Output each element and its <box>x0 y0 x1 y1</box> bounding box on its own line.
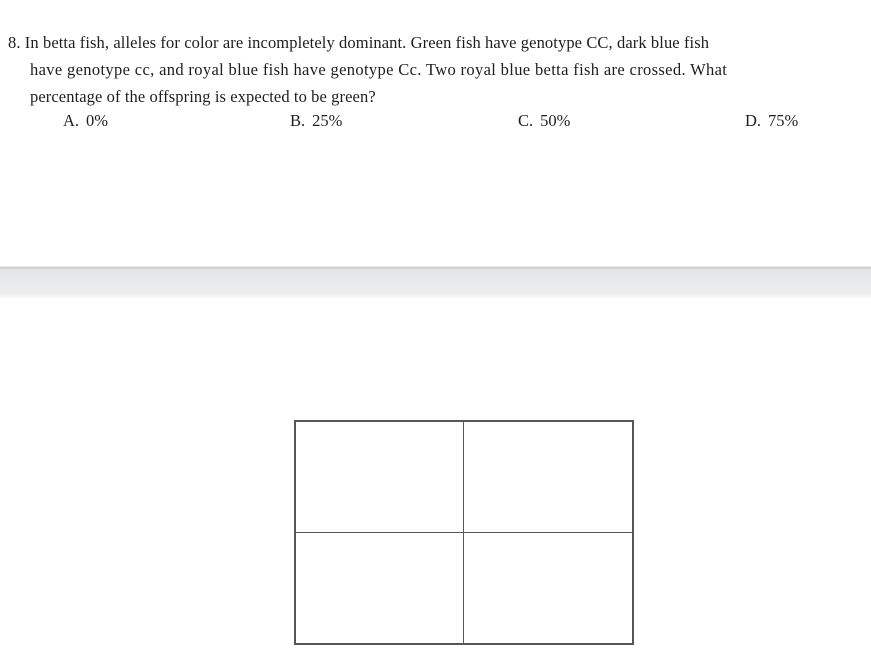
question-block: 8. In betta fish, alleles for color are … <box>0 0 871 130</box>
answer-choice-b-letter: B. <box>290 111 306 130</box>
separator-fill <box>0 269 871 298</box>
punnett-cell-bottom-left[interactable] <box>296 532 464 643</box>
punnett-cell-top-left[interactable] <box>296 422 464 533</box>
answer-choice-d[interactable]: D. 75% <box>745 108 798 134</box>
answer-choice-c-letter: C. <box>518 111 534 130</box>
question-line-3: percentage of the offspring is expected … <box>30 87 376 106</box>
question-line-2: have genotype cc, and royal blue fish ha… <box>30 60 728 79</box>
answer-choice-b-text: 25% <box>312 111 343 130</box>
section-separator-band <box>0 266 871 298</box>
answer-choice-c[interactable]: C. 50% <box>518 108 570 134</box>
answer-choice-a-letter: A. <box>63 111 80 130</box>
answer-choices: A. 0% B. 25% C. 50% D. 75% <box>0 108 871 136</box>
question-text: 8. In betta fish, alleles for color are … <box>0 0 871 110</box>
answer-choice-a[interactable]: A. 0% <box>63 108 108 134</box>
answer-choice-d-text: 75% <box>768 111 799 130</box>
punnett-grid <box>296 422 632 643</box>
punnett-cell-bottom-right[interactable] <box>464 533 632 644</box>
punnett-cell-top-right[interactable] <box>464 422 632 533</box>
answer-choice-c-text: 50% <box>540 111 571 130</box>
punnett-square[interactable] <box>294 420 634 645</box>
answer-choice-a-text: 0% <box>86 111 109 130</box>
answer-choice-b[interactable]: B. 25% <box>290 108 342 134</box>
answer-choice-d-letter: D. <box>745 111 762 130</box>
question-line-1: 8. In betta fish, alleles for color are … <box>8 33 710 52</box>
